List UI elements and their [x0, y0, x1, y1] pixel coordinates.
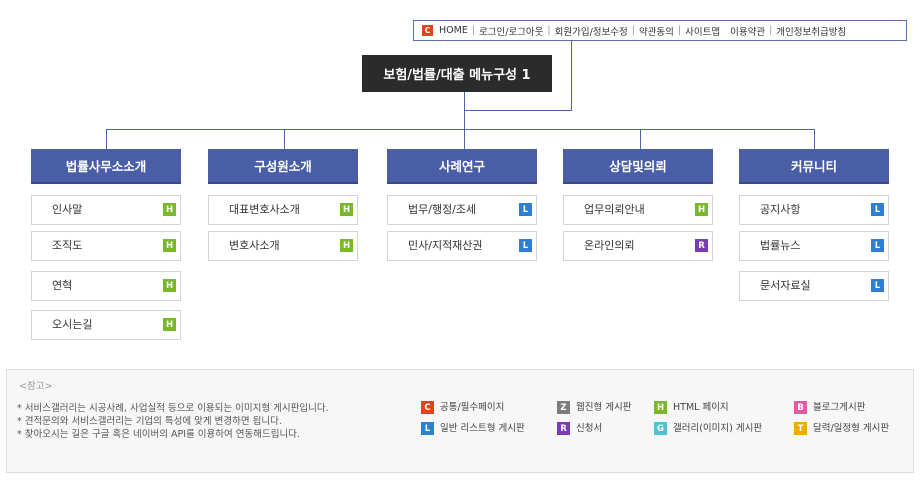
menu-item[interactable]: 인사말 H	[31, 195, 181, 225]
legend-badge: B	[794, 401, 807, 414]
legend-badge: T	[794, 422, 807, 435]
category-community[interactable]: 커뮤니티	[739, 149, 889, 184]
menu-item[interactable]: 문서자료실 L	[739, 271, 889, 301]
connector-title-down	[464, 92, 465, 130]
menu-item-label: 업무의뢰안내	[584, 203, 645, 216]
menu-item-label: 법무/행정/조세	[408, 203, 477, 216]
nav-link-terms[interactable]: 이용약관	[730, 24, 765, 38]
nav-link-privacy[interactable]: 개인정보취급방침	[776, 24, 846, 38]
html-page-badge: H	[163, 239, 176, 252]
legend-badge: C	[421, 401, 434, 414]
list-board-badge: L	[519, 239, 532, 252]
connector-nav-left	[465, 110, 572, 111]
reference-note: * 견적문의와 서비스갤러리는 기업의 특성에 맞게 변경하면 됩니다.	[17, 416, 282, 427]
menu-item[interactable]: 법무/행정/조세 L	[387, 195, 537, 225]
nav-separator: |	[769, 25, 773, 36]
common-page-badge: C	[422, 25, 433, 36]
nav-separator: |	[677, 25, 682, 36]
menu-item-label: 인사말	[52, 203, 83, 216]
menu-item[interactable]: 변호사소개 H	[208, 231, 358, 261]
legend-badge: Z	[557, 401, 570, 414]
connector-drop-3	[464, 129, 465, 149]
menu-item-label: 온라인의뢰	[584, 239, 635, 252]
menu-item[interactable]: 조직도 H	[31, 231, 181, 261]
list-board-badge: L	[871, 239, 884, 252]
nav-separator: |	[631, 25, 635, 36]
html-page-badge: H	[695, 203, 708, 216]
category-consultation[interactable]: 상담및의뢰	[563, 149, 713, 184]
legend-label: 블로그게시판	[813, 402, 866, 413]
html-page-badge: H	[163, 279, 176, 292]
nav-link-agreement[interactable]: 약관동의	[639, 24, 674, 38]
menu-item[interactable]: 업무의뢰안내 H	[563, 195, 713, 225]
menu-item-label: 변호사소개	[229, 239, 280, 252]
legend-label: 갤러리(이미지) 게시판	[673, 423, 763, 434]
nav-link-sitemap[interactable]: 사이트맵	[685, 24, 720, 38]
reference-box: <참고> * 서비스갤러리는 시공사례, 사업실적 등으로 이용되는 이미지형 …	[6, 369, 914, 473]
legend-badge: G	[654, 422, 667, 435]
html-page-badge: H	[163, 318, 176, 331]
menu-item-label: 조직도	[52, 239, 83, 252]
legend-badge: R	[557, 422, 570, 435]
menu-item[interactable]: 공지사항 L	[739, 195, 889, 225]
menu-title: 보험/법률/대출 메뉴구성 1	[362, 55, 552, 92]
menu-item-label: 연혁	[52, 279, 73, 292]
nav-separator: |	[547, 25, 551, 36]
menu-item[interactable]: 온라인의뢰 R	[563, 231, 713, 261]
nav-separator: |	[471, 25, 476, 36]
menu-item-label: 대표변호사소개	[229, 203, 300, 216]
connector-drop-2	[284, 129, 285, 149]
reference-note: * 서비스갤러리는 시공사례, 사업실적 등으로 이용되는 이미지형 게시판입니…	[17, 403, 329, 414]
legend-badge: L	[421, 422, 434, 435]
html-page-badge: H	[340, 203, 353, 216]
nav-link-home[interactable]: HOME	[439, 25, 468, 36]
legend-label: 공통/필수페이지	[440, 402, 505, 413]
menu-item-label: 오시는길	[52, 318, 93, 331]
legend-label: 달력/일정형 게시판	[813, 423, 890, 434]
html-page-badge: H	[163, 203, 176, 216]
html-page-badge: H	[340, 239, 353, 252]
menu-item[interactable]: 연혁 H	[31, 271, 181, 301]
legend-label: HTML 페이지	[673, 402, 729, 413]
application-form-badge: R	[695, 239, 708, 252]
list-board-badge: L	[871, 203, 884, 216]
menu-item-label: 법률뉴스	[760, 239, 801, 252]
category-members-intro[interactable]: 구성원소개	[208, 149, 358, 184]
reference-heading: <참고>	[19, 381, 53, 392]
category-case-studies[interactable]: 사례연구	[387, 149, 537, 184]
legend-label: 일반 리스트형 게시판	[440, 423, 525, 434]
connector-nav-down	[571, 40, 572, 111]
list-board-badge: L	[519, 203, 532, 216]
menu-item-label: 문서자료실	[760, 279, 811, 292]
legend-label: 웹진형 게시판	[576, 402, 632, 413]
connector-drop-5	[814, 129, 815, 149]
connector-horizontal	[106, 129, 815, 130]
category-law-firm-intro[interactable]: 법률사무소소개	[31, 149, 181, 184]
legend-badge: H	[654, 401, 667, 414]
legend-label: 신청서	[576, 423, 603, 434]
menu-item[interactable]: 대표변호사소개 H	[208, 195, 358, 225]
connector-drop-4	[640, 129, 641, 149]
menu-item[interactable]: 법률뉴스 L	[739, 231, 889, 261]
list-board-badge: L	[871, 279, 884, 292]
connector-drop-1	[106, 129, 107, 149]
menu-item[interactable]: 오시는길 H	[31, 310, 181, 340]
top-navigation: C HOME | 로그인/로그아웃 | 회원가입/정보수정 | 약관동의 | 사…	[413, 20, 907, 41]
nav-link-join[interactable]: 회원가입/정보수정	[555, 24, 628, 38]
menu-item-label: 공지사항	[760, 203, 801, 216]
menu-item-label: 민사/지적재산권	[408, 239, 483, 252]
reference-note: * 찾아오시는 길은 구글 혹은 네이버의 API를 이용하여 연동해드립니다.	[17, 429, 300, 440]
menu-item[interactable]: 민사/지적재산권 L	[387, 231, 537, 261]
nav-link-login[interactable]: 로그인/로그아웃	[479, 24, 543, 38]
